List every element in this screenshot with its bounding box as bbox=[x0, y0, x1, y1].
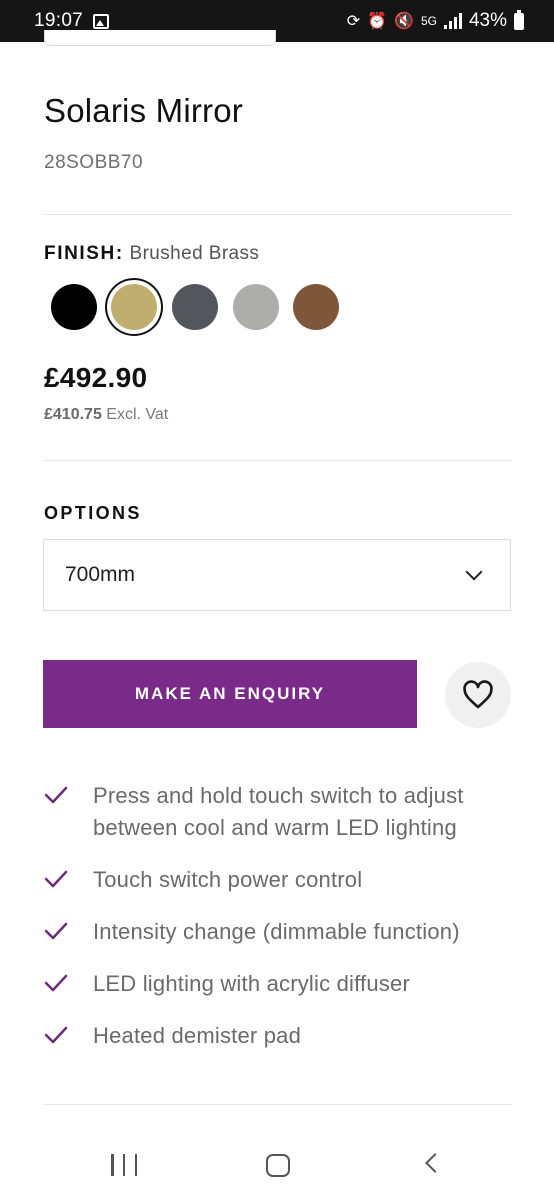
divider bbox=[44, 1104, 512, 1105]
swatch-gunmetal[interactable] bbox=[172, 284, 218, 330]
divider bbox=[44, 214, 512, 215]
feature-text: LED lighting with acrylic diffuser bbox=[93, 971, 410, 996]
price-ex-vat: £410.75 Excl. Vat bbox=[44, 406, 168, 424]
status-time: 19:07 bbox=[34, 10, 84, 31]
swatch-silver[interactable] bbox=[233, 284, 279, 330]
size-select[interactable]: 700mm bbox=[43, 539, 511, 611]
feature-item: Touch switch power control bbox=[44, 864, 512, 896]
divider bbox=[44, 460, 512, 461]
wishlist-button[interactable] bbox=[445, 662, 511, 728]
feature-text: Intensity change (dimmable function) bbox=[93, 919, 460, 944]
recents-icon[interactable] bbox=[111, 1154, 137, 1176]
check-icon bbox=[44, 786, 68, 804]
gallery-icon bbox=[93, 13, 110, 29]
chevron-down-icon bbox=[465, 563, 483, 581]
feature-text: Touch switch power control bbox=[93, 867, 363, 892]
home-icon[interactable] bbox=[266, 1154, 290, 1177]
feature-item: Press and hold touch switch to adjust be… bbox=[44, 780, 512, 844]
mute-icon: 🔇 bbox=[394, 13, 414, 30]
clipped-element bbox=[44, 30, 276, 46]
check-icon bbox=[44, 870, 68, 888]
finish-selected: Brushed Brass bbox=[129, 243, 260, 264]
battery-percent: 43% bbox=[468, 10, 507, 31]
finish-label: FINISH: bbox=[44, 243, 124, 264]
system-nav-bar bbox=[0, 1130, 554, 1200]
signal-icon bbox=[443, 13, 462, 29]
finish-label-row: FINISH: Brushed Brass bbox=[44, 243, 259, 265]
feature-item: Intensity change (dimmable function) bbox=[44, 916, 512, 948]
check-icon bbox=[44, 922, 68, 940]
feature-text: Press and hold touch switch to adjust be… bbox=[93, 783, 464, 840]
swatch-brushed-brass[interactable] bbox=[111, 284, 157, 330]
options-title: OPTIONS bbox=[44, 503, 142, 523]
network-type: 5G bbox=[420, 13, 437, 28]
size-select-value: 700mm bbox=[65, 563, 136, 586]
ex-vat-amount: £410.75 bbox=[44, 406, 102, 423]
swatch-bronze[interactable] bbox=[293, 284, 339, 330]
feature-text: Heated demister pad bbox=[93, 1023, 302, 1048]
price: £492.90 bbox=[44, 362, 148, 393]
sync-icon: ⟳ bbox=[346, 13, 361, 30]
feature-list: Press and hold touch switch to adjust be… bbox=[44, 780, 512, 1072]
feature-item: LED lighting with acrylic diffuser bbox=[44, 968, 512, 1000]
check-icon bbox=[44, 1026, 68, 1044]
ex-vat-label: Excl. Vat bbox=[106, 406, 169, 423]
battery-icon bbox=[514, 9, 524, 30]
swatch-black[interactable] bbox=[51, 284, 97, 330]
product-sku: 28SOBB70 bbox=[44, 152, 144, 173]
feature-item: Heated demister pad bbox=[44, 1020, 512, 1052]
status-icons: ⟳ ⏰ 🔇 5G 43% bbox=[346, 9, 524, 32]
heart-icon bbox=[463, 680, 493, 709]
product-title: Solaris Mirror bbox=[44, 92, 243, 129]
check-icon bbox=[44, 974, 68, 992]
alarm-icon: ⏰ bbox=[367, 13, 388, 30]
make-enquiry-button[interactable]: MAKE AN ENQUIRY bbox=[43, 660, 417, 728]
back-icon[interactable] bbox=[425, 1153, 445, 1173]
